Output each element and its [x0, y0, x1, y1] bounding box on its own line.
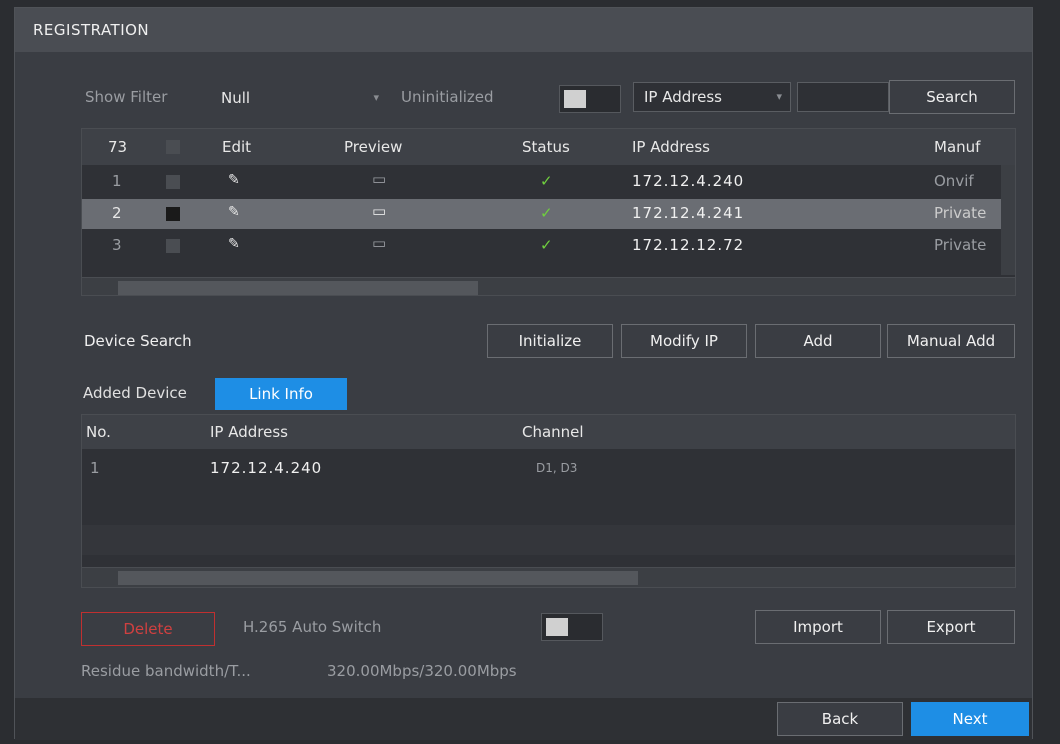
col-manufacturer: Manuf [934, 138, 981, 156]
preview-icon[interactable]: ▭ [372, 202, 386, 220]
col-ip: IP Address [632, 138, 710, 156]
row-no: 1 [90, 459, 100, 477]
row-manufacturer: Private [934, 204, 987, 222]
tab-added-device[interactable]: Added Device [83, 384, 187, 402]
filter-select-value: Null [221, 89, 251, 107]
toggle-knob [564, 90, 586, 108]
device-search-button[interactable]: Device Search [81, 324, 217, 358]
export-button[interactable]: Export [887, 610, 1015, 644]
scrollbar-thumb[interactable] [118, 571, 638, 585]
uninitialized-toggle[interactable] [559, 85, 621, 113]
back-button[interactable]: Back [777, 702, 903, 736]
preview-icon[interactable]: ▭ [372, 234, 386, 252]
table-row[interactable]: 2 ✎ ▭ ✓ 172.12.4.241 Private [82, 199, 1015, 229]
check-icon: ✓ [540, 204, 553, 222]
col-channel: Channel [522, 423, 584, 441]
check-icon: ✓ [540, 172, 553, 190]
row-manufacturer: Private [934, 236, 987, 254]
h265-toggle[interactable] [541, 613, 603, 641]
pencil-icon[interactable]: ✎ [228, 204, 240, 220]
row-ip: 172.12.4.240 [632, 172, 745, 190]
col-preview: Preview [344, 138, 403, 156]
import-button[interactable]: Import [755, 610, 881, 644]
table-row[interactable]: 3 ✎ ▭ ✓ 172.12.12.72 Private [82, 231, 1015, 261]
manual-add-button[interactable]: Manual Add [887, 324, 1015, 358]
row-ip: 172.12.12.72 [632, 236, 745, 254]
initialize-button[interactable]: Initialize [487, 324, 613, 358]
bottom-bar: Back Next [15, 698, 1032, 740]
vertical-scrollbar[interactable] [1001, 165, 1015, 275]
chevron-down-icon: ▾ [776, 90, 782, 103]
toggle-knob [546, 618, 568, 636]
filter-select[interactable]: Null ▾ [211, 84, 387, 114]
row-manufacturer: Onvif [934, 172, 974, 190]
chevron-down-icon: ▾ [373, 91, 379, 104]
modify-ip-button[interactable]: Modify IP [621, 324, 747, 358]
row-ip: 172.12.4.240 [210, 459, 323, 477]
row-checkbox[interactable] [166, 207, 180, 221]
add-button[interactable]: Add [755, 324, 881, 358]
row-checkbox[interactable] [166, 175, 180, 189]
show-filter-label: Show Filter [85, 88, 168, 106]
tab-link-info[interactable]: Link Info [215, 378, 347, 410]
search-type-value: IP Address [644, 88, 722, 106]
list-item [82, 525, 1015, 555]
search-input[interactable] [797, 82, 889, 112]
preview-icon[interactable]: ▭ [372, 170, 386, 188]
added-table-header: No. IP Address Channel [82, 415, 1015, 449]
device-table: 73 Edit Preview Status IP Address Manuf … [81, 128, 1016, 296]
uninitialized-label: Uninitialized [401, 88, 494, 106]
device-count: 73 [108, 138, 128, 156]
col-edit: Edit [222, 138, 252, 156]
col-status: Status [522, 138, 570, 156]
h265-label: H.265 Auto Switch [243, 618, 382, 636]
scrollbar-thumb[interactable] [118, 281, 478, 295]
search-type-select[interactable]: IP Address ▾ [633, 82, 791, 112]
horizontal-scrollbar[interactable] [82, 277, 1015, 295]
row-no: 2 [112, 204, 122, 222]
bandwidth-label: Residue bandwidth/T... [81, 662, 251, 680]
check-icon: ✓ [540, 236, 553, 254]
row-no: 1 [112, 172, 122, 190]
row-checkbox[interactable] [166, 239, 180, 253]
row-ip: 172.12.4.241 [632, 204, 745, 222]
horizontal-scrollbar[interactable] [82, 567, 1015, 587]
bandwidth-value: 320.00Mbps/320.00Mbps [327, 662, 517, 680]
pencil-icon[interactable]: ✎ [228, 236, 240, 252]
device-table-header: 73 Edit Preview Status IP Address Manuf [82, 129, 1015, 165]
select-all-checkbox[interactable] [166, 140, 180, 154]
col-ip: IP Address [210, 423, 288, 441]
registration-window: REGISTRATION Show Filter Null ▾ Uninitia… [14, 7, 1033, 740]
pencil-icon[interactable]: ✎ [228, 172, 240, 188]
search-button[interactable]: Search [889, 80, 1015, 114]
table-row[interactable]: 1 172.12.4.240 D1, D3 [82, 455, 1015, 485]
col-no: No. [86, 423, 111, 441]
window-title: REGISTRATION [15, 8, 1032, 52]
next-button[interactable]: Next [911, 702, 1029, 736]
added-device-table: No. IP Address Channel 1 172.12.4.240 D1… [81, 414, 1016, 588]
table-row[interactable]: 1 ✎ ▭ ✓ 172.12.4.240 Onvif [82, 167, 1015, 197]
delete-button[interactable]: Delete [81, 612, 215, 646]
row-no: 3 [112, 236, 122, 254]
row-channel: D1, D3 [536, 461, 578, 475]
